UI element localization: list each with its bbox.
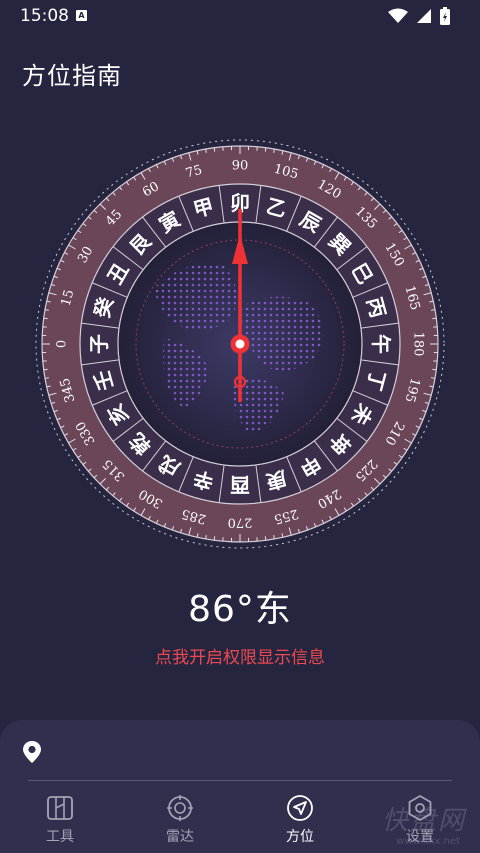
- compass-svg: 卯乙辰巽巳丙午丁未坤申庚酉辛戌乾亥壬子癸丑艮寅甲 90 1051201351501…: [35, 139, 445, 549]
- map-icon: [47, 796, 73, 820]
- card-divider: [28, 780, 452, 781]
- page-title: 方位指南: [22, 62, 122, 90]
- status-time: 15:08: [20, 6, 69, 26]
- heading-readout: 86°东: [188, 589, 292, 630]
- compass-dial[interactable]: 卯乙辰巽巳丙午丁未坤申庚酉辛戌乾亥壬子癸丑艮寅甲 90 105 120 135 150 1…: [34, 138, 446, 550]
- location-pin-icon: [23, 741, 41, 763]
- degree-label: 270: [228, 515, 253, 530]
- trigram-label: 酉: [230, 473, 250, 497]
- radar-icon: [167, 795, 193, 821]
- watermark-logo: 快盘网: [381, 806, 466, 836]
- battery-icon: [440, 7, 450, 25]
- degree-label: 90: [232, 159, 249, 174]
- nav-label-direction: 方位: [286, 829, 314, 845]
- status-icons: [388, 7, 450, 25]
- nav-item-radar[interactable]: 雷达: [120, 790, 240, 853]
- notification-a-icon: A: [76, 10, 87, 21]
- trigram-label: 子: [87, 334, 111, 354]
- signal-icon: [417, 9, 431, 23]
- status-bar: 15:08 A: [0, 0, 480, 34]
- trigram-label: 午: [369, 334, 393, 354]
- degree-label: 0: [55, 340, 70, 348]
- nav-item-tools[interactable]: 工具: [0, 790, 120, 853]
- nav-item-direction[interactable]: 方位: [240, 790, 360, 853]
- nav-label-tools: 工具: [46, 829, 74, 845]
- wifi-icon: [388, 8, 408, 23]
- enable-permission-link[interactable]: 点我开启权限显示信息: [0, 643, 480, 668]
- degree-label: 180: [411, 332, 426, 357]
- navigation-arrow-icon: [287, 795, 313, 821]
- watermark-url: www.kkx.net: [396, 836, 460, 847]
- nav-label-radar: 雷达: [166, 829, 194, 845]
